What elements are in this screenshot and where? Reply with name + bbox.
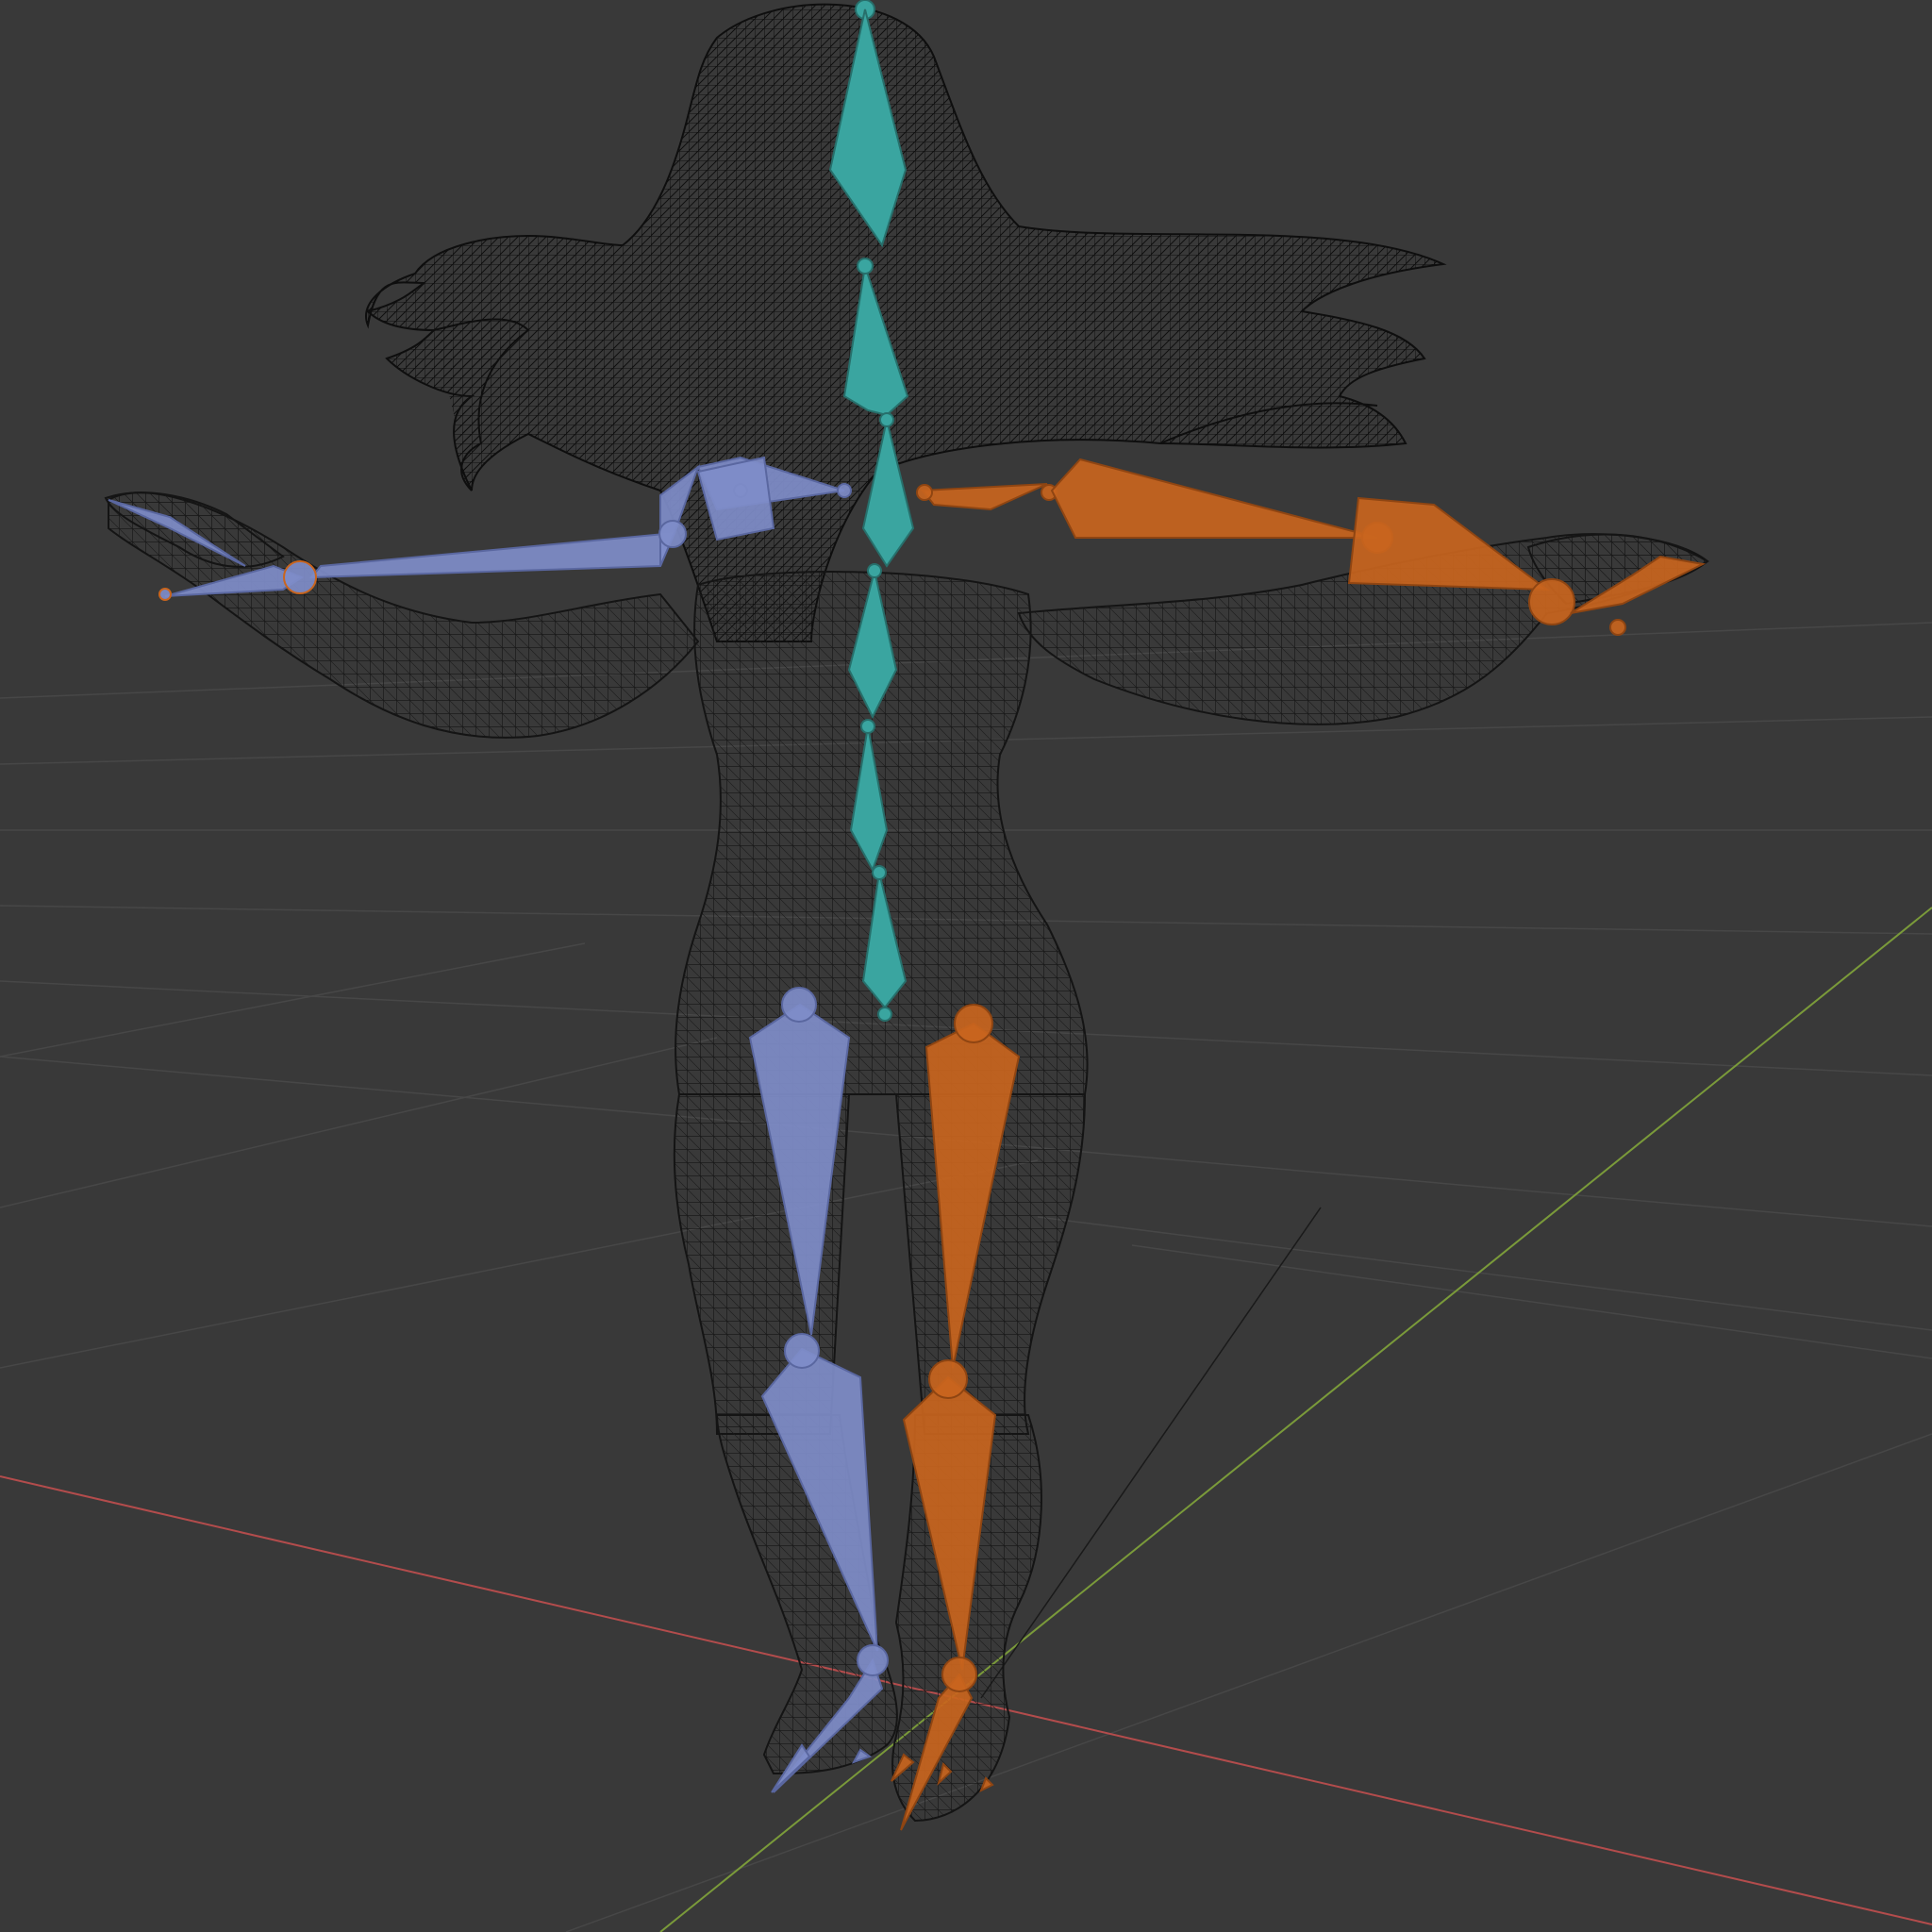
left-ankle-joint[interactable] <box>857 1644 889 1676</box>
hips-joint[interactable] <box>872 865 887 880</box>
viewport-canvas[interactable] <box>0 0 1932 1932</box>
right-shoulder-joint[interactable] <box>916 484 933 501</box>
spine-joint-2[interactable] <box>867 563 882 578</box>
right-ankle-joint[interactable] <box>941 1657 977 1692</box>
left-hand-tip-joint[interactable] <box>158 588 172 601</box>
3d-viewport[interactable] <box>0 0 1932 1932</box>
left-wrist-joint[interactable] <box>283 560 317 594</box>
right-knee-joint[interactable] <box>928 1359 968 1399</box>
neck-joint[interactable] <box>857 258 874 275</box>
spine-joint-3[interactable] <box>879 412 894 427</box>
spine-joint-1[interactable] <box>860 719 875 734</box>
left-shoulder-joint[interactable] <box>837 483 852 498</box>
left-hip-joint[interactable] <box>781 987 817 1023</box>
left-elbow-joint[interactable] <box>658 520 687 548</box>
right-hand-tip-joint[interactable] <box>1609 619 1626 636</box>
left-knee-joint[interactable] <box>784 1333 820 1369</box>
right-hip-joint[interactable] <box>954 1004 993 1043</box>
hips-tail-joint[interactable] <box>877 1007 892 1022</box>
right-wrist-joint[interactable] <box>1528 578 1575 625</box>
